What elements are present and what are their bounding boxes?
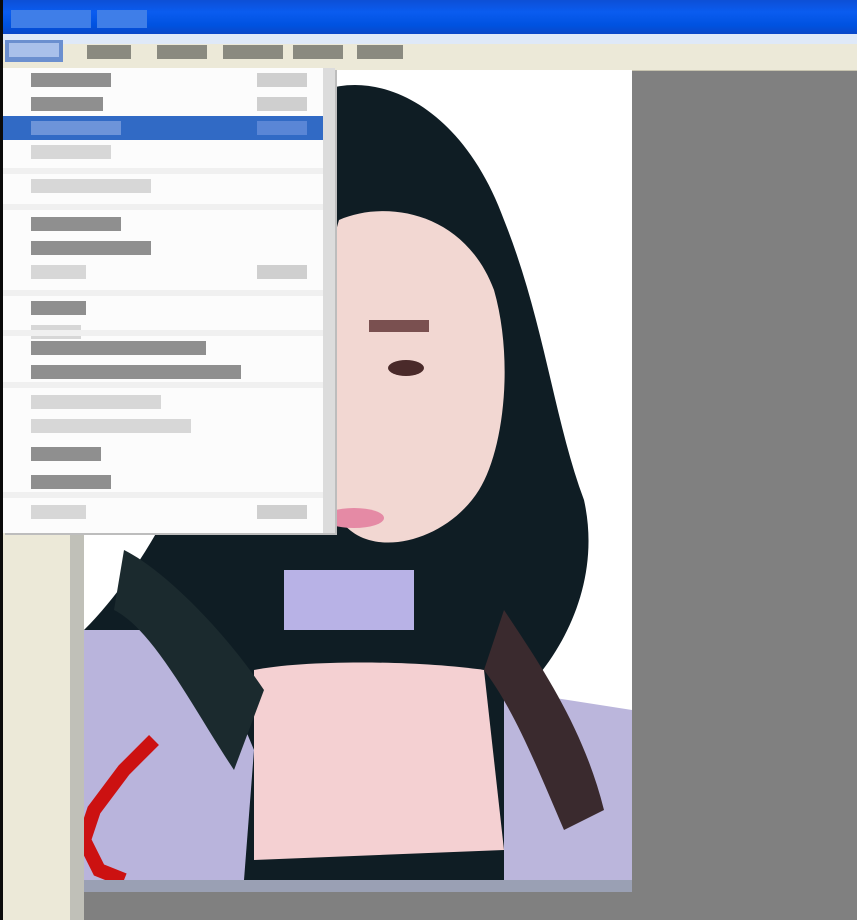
- file-menu-dropdown: [3, 68, 335, 533]
- canvas-scrollbar[interactable]: [84, 880, 632, 892]
- menu-layer[interactable]: [219, 42, 287, 60]
- menu-item-label: [31, 265, 86, 279]
- menu-item[interactable]: [3, 470, 323, 494]
- title-bar[interactable]: [3, 0, 857, 34]
- menu-image[interactable]: [153, 42, 211, 60]
- menu-item-label: [31, 419, 191, 433]
- menu-item-label: [31, 475, 111, 489]
- menu-item[interactable]: [3, 296, 323, 320]
- menu-item[interactable]: [3, 336, 323, 360]
- menu-item[interactable]: [3, 360, 323, 384]
- menu-separator: [3, 204, 323, 210]
- menu-label: [157, 44, 207, 59]
- menu-label: [293, 44, 343, 59]
- menu-item-label: [31, 97, 103, 111]
- menu-item-label: [31, 121, 121, 135]
- title-blocks: [11, 10, 147, 28]
- menu-label: [9, 42, 59, 57]
- menu-label: [87, 44, 131, 59]
- menu-item-label: [31, 179, 151, 193]
- menu-item[interactable]: [3, 92, 323, 116]
- menu-separator: [3, 382, 323, 388]
- menu-item-label: [31, 341, 206, 355]
- menu-item-label: [31, 505, 86, 519]
- menu-item[interactable]: [3, 260, 323, 284]
- title-text-block: [97, 10, 147, 28]
- menu-item[interactable]: [3, 212, 323, 236]
- shortcut-label: [257, 73, 307, 87]
- menu-item[interactable]: [3, 140, 323, 164]
- menu-item[interactable]: [3, 68, 323, 92]
- app-icon: [11, 10, 91, 28]
- menu-select[interactable]: [289, 42, 347, 60]
- menu-edit[interactable]: [83, 42, 135, 60]
- menu-item[interactable]: [3, 390, 323, 414]
- shortcut-label: [257, 505, 307, 519]
- menu-item[interactable]: [3, 500, 323, 524]
- menu-item-label: [31, 73, 111, 87]
- menu-item[interactable]: [3, 414, 323, 438]
- menu-item-label: [31, 365, 241, 379]
- menu-item-selected[interactable]: [3, 116, 323, 140]
- shortcut-label: [257, 97, 307, 111]
- menu-file[interactable]: [5, 40, 63, 62]
- menu-item-label: [31, 301, 86, 315]
- menu-item-label: [31, 395, 161, 409]
- menu-item-label: [31, 217, 121, 231]
- menu-label: [357, 44, 403, 59]
- shortcut-label: [257, 265, 307, 279]
- menu-item-label: [31, 447, 101, 461]
- menu-filter[interactable]: [353, 42, 407, 60]
- menu-bar: [3, 34, 857, 71]
- menu-label: [223, 44, 283, 59]
- shortcut-label: [257, 121, 307, 135]
- menu-item[interactable]: [3, 442, 323, 466]
- menu-item-label: [31, 145, 111, 159]
- menu-separator: [3, 492, 323, 498]
- menu-item[interactable]: [3, 174, 323, 198]
- menu-item[interactable]: [3, 236, 323, 260]
- menu-item-label: [31, 241, 151, 255]
